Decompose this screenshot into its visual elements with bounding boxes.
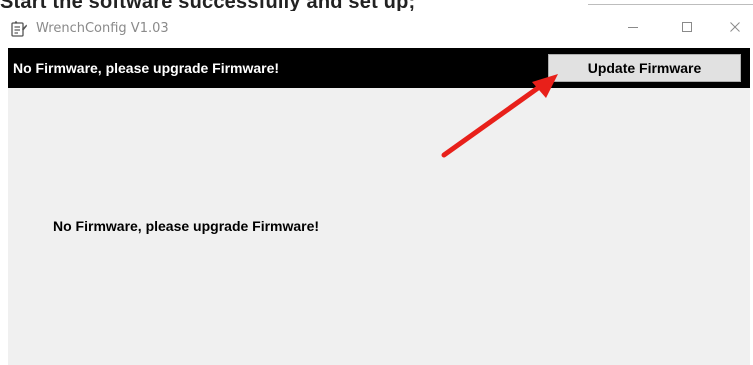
close-icon	[729, 20, 741, 38]
banner-message: No Firmware, please upgrade Firmware!	[13, 60, 280, 76]
title-bar: WrenchConfig V1.03	[6, 14, 753, 44]
update-firmware-button[interactable]: Update Firmware	[548, 54, 741, 82]
main-content-panel: No Firmware, please upgrade Firmware!	[8, 88, 750, 365]
content-message: No Firmware, please upgrade Firmware!	[53, 218, 320, 234]
maximize-button[interactable]	[664, 14, 710, 44]
firmware-status-banner: No Firmware, please upgrade Firmware! Up…	[8, 48, 750, 88]
app-icon	[10, 20, 28, 38]
partial-control-edge	[588, 0, 753, 5]
minimize-button[interactable]	[610, 14, 656, 44]
close-button[interactable]	[712, 14, 753, 44]
maximize-icon	[681, 20, 693, 38]
app-window: WrenchConfig V1.03 No Firmware, please u…	[6, 14, 753, 365]
minimize-icon	[627, 20, 639, 38]
window-title: WrenchConfig V1.03	[36, 21, 169, 36]
document-text-fragment: Start the software successfully and set …	[0, 0, 416, 11]
